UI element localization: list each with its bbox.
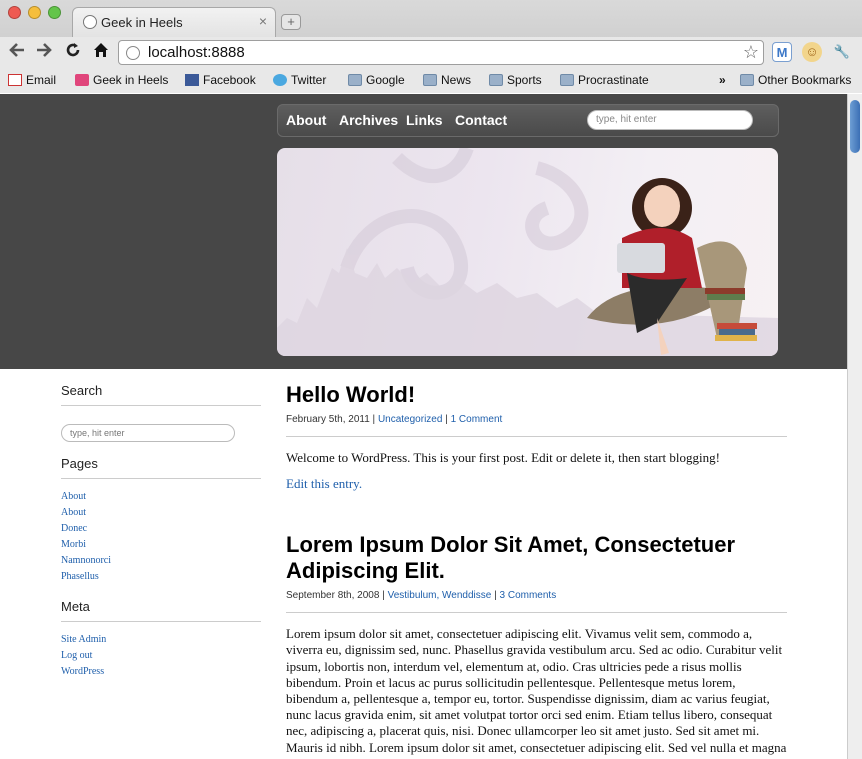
bookmark-news[interactable]: News — [423, 73, 471, 87]
browser-toolbar: localhost:8888 ☆ M ☺ 🔧 — [0, 37, 862, 68]
other-bookmarks-label: Other Bookmarks — [758, 73, 852, 87]
post-date: September 8th, 2008 — [286, 590, 380, 602]
bookmark-label: Google — [366, 73, 405, 87]
globe-icon — [83, 15, 97, 29]
bookmark-procrastinate[interactable]: Procrastinate — [560, 73, 649, 87]
reload-icon[interactable] — [64, 41, 82, 65]
sidebar-meta-link[interactable]: WordPress — [61, 664, 261, 680]
post-comments-link[interactable]: 3 Comments — [500, 590, 557, 601]
header-banner-image — [277, 148, 778, 356]
tab-close-icon[interactable]: × — [259, 13, 267, 29]
post-category-link[interactable]: Uncategorized — [378, 414, 442, 425]
address-bar[interactable]: localhost:8888 ☆ — [118, 40, 764, 65]
folder-icon — [348, 74, 362, 86]
meta-separator: | — [445, 414, 448, 425]
close-window-button[interactable] — [8, 6, 21, 19]
bookmark-google[interactable]: Google — [348, 73, 405, 87]
post-body: Welcome to WordPress. This is your first… — [286, 450, 720, 465]
meta-separator: | — [382, 590, 385, 602]
facebook-icon — [185, 74, 199, 86]
bookmark-facebook[interactable]: Facebook — [185, 73, 256, 87]
nav-about[interactable]: About — [286, 112, 326, 128]
post-body: Lorem ipsum dolor sit amet, consectetuer… — [286, 626, 787, 759]
sidebar-page-link[interactable]: Phasellus — [61, 569, 261, 585]
post-comments-link[interactable]: 1 Comment — [451, 414, 503, 425]
folder-icon — [423, 74, 437, 86]
meta-separator: | — [372, 414, 376, 425]
browser-tab[interactable]: Geek in Heels × — [72, 7, 276, 37]
header-search-input[interactable]: type, hit enter — [587, 110, 753, 130]
vertical-scrollbar[interactable] — [847, 94, 862, 759]
meta-separator: | — [494, 590, 497, 602]
home-icon[interactable] — [92, 41, 110, 65]
post-meta: February 5th, 2011 | Uncategorized | 1 C… — [286, 414, 787, 437]
sidebar-page-link[interactable]: About — [61, 505, 261, 521]
sidebar-search-heading: Search — [61, 383, 261, 406]
zoom-window-button[interactable] — [48, 6, 61, 19]
bookmark-label: Facebook — [203, 73, 256, 87]
main-content: Hello World! February 5th, 2011 | Uncate… — [286, 369, 787, 759]
wrench-icon[interactable]: 🔧 — [832, 42, 852, 62]
nav-archives[interactable]: Archives — [339, 112, 398, 128]
sidebar-page-link[interactable]: Morbi — [61, 537, 261, 553]
extension-icon[interactable]: ☺ — [802, 42, 822, 62]
folder-icon — [489, 74, 503, 86]
post-title[interactable]: Lorem Ipsum Dolor Sit Amet, Consectetuer… — [286, 532, 787, 584]
bookmarks-overflow-button[interactable]: » — [719, 73, 726, 87]
bookmark-label: News — [441, 73, 472, 87]
bookmark-sports[interactable]: Sports — [489, 73, 542, 87]
site-nav: About Archives Links Contact type, hit e… — [277, 104, 779, 137]
post-meta: September 8th, 2008 | Vestibulum, Wenddi… — [286, 590, 787, 614]
bookmark-label: Sports — [507, 73, 542, 87]
bookmark-label: Geek in Heels — [93, 73, 169, 87]
sidebar-page-link[interactable]: Donec — [61, 521, 261, 537]
post-title[interactable]: Hello World! — [286, 382, 787, 408]
new-tab-button[interactable]: + — [281, 14, 301, 30]
twitter-icon — [273, 74, 287, 86]
bookmarks-bar: Email Geek in Heels Facebook Twitter Goo… — [0, 68, 862, 93]
scrollbar-thumb[interactable] — [850, 100, 860, 153]
other-bookmarks[interactable]: Other Bookmarks — [740, 73, 851, 87]
bookmark-label: Email — [26, 73, 57, 87]
post: Lorem Ipsum Dolor Sit Amet, Consectetuer… — [286, 532, 787, 759]
sidebar-meta-heading: Meta — [61, 599, 261, 622]
banner-illustration — [277, 148, 778, 356]
bookmark-email[interactable]: Email — [8, 73, 56, 87]
sidebar: Search type, hit enter Pages About About… — [61, 369, 261, 680]
gmail-icon[interactable]: M — [772, 42, 792, 62]
bookmark-label: Twitter — [291, 73, 327, 87]
web-page: About Archives Links Contact type, hit e… — [0, 94, 847, 759]
edit-entry-link[interactable]: Edit this entry. — [286, 476, 787, 492]
folder-icon — [740, 74, 754, 86]
book-icon — [75, 74, 89, 86]
gmail-icon — [8, 74, 22, 86]
nav-links[interactable]: Links — [406, 112, 443, 128]
forward-arrow-icon[interactable] — [35, 41, 53, 65]
sidebar-search-input[interactable]: type, hit enter — [61, 424, 235, 442]
bookmark-twitter[interactable]: Twitter — [273, 73, 326, 87]
sidebar-meta-link[interactable]: Log out — [61, 648, 261, 664]
globe-icon — [126, 46, 140, 60]
post: Hello World! February 5th, 2011 | Uncate… — [286, 382, 787, 492]
star-icon[interactable]: ☆ — [743, 42, 759, 63]
sidebar-pages-heading: Pages — [61, 456, 261, 479]
sidebar-page-link[interactable]: About — [61, 489, 261, 505]
site-header: About Archives Links Contact type, hit e… — [0, 94, 847, 369]
tab-title: Geek in Heels — [101, 15, 183, 30]
url-text: localhost:8888 — [148, 44, 245, 61]
minimize-window-button[interactable] — [28, 6, 41, 19]
nav-contact[interactable]: Contact — [455, 112, 507, 128]
sidebar-meta-link[interactable]: Site Admin — [61, 632, 261, 648]
post-category-link[interactable]: Vestibulum, Wenddisse — [388, 590, 492, 601]
back-arrow-icon[interactable] — [8, 41, 26, 65]
folder-icon — [560, 74, 574, 86]
bookmark-label: Procrastinate — [578, 73, 649, 87]
post-date: February 5th, 2011 — [286, 414, 370, 425]
sidebar-page-link[interactable]: Namnonorci — [61, 553, 261, 569]
bookmark-geek-in-heels[interactable]: Geek in Heels — [75, 73, 168, 87]
browser-chrome: Geek in Heels × + localhost:8888 ☆ M ☺ 🔧… — [0, 0, 862, 93]
